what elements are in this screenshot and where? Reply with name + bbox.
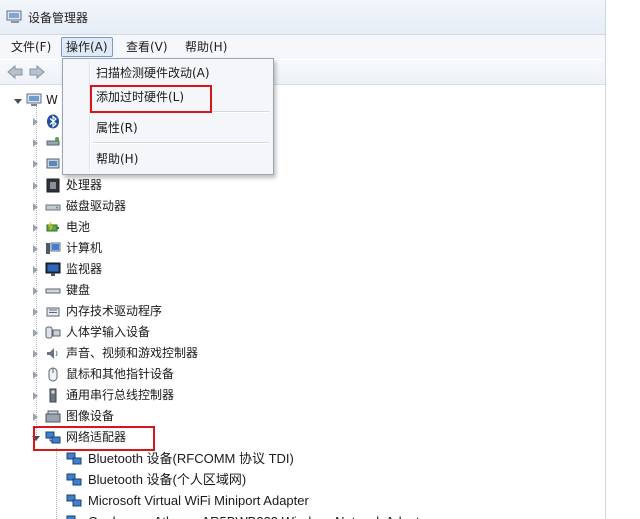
computer-icon: [46, 242, 61, 254]
menu-gutter: [89, 61, 91, 172]
device-label: Bluetooth 设备(个人区域网): [88, 472, 247, 487]
device-manager-icon: [6, 10, 22, 23]
category-label: 监视器: [66, 262, 103, 276]
network-adapter-icon: [66, 452, 82, 465]
expand-arrow-icon[interactable]: [33, 139, 38, 147]
title-bar: 设备管理器: [0, 0, 605, 35]
device-label: Qualcomm Atheros AR5BWB222 Wireless Netw…: [88, 511, 431, 519]
expand-arrow-icon[interactable]: [33, 371, 38, 379]
keyboard-icon: [45, 288, 61, 294]
tree-category-row[interactable]: 声音、视频和游戏控制器: [0, 343, 260, 364]
tree-category-row[interactable]: 鼠标和其他指针设备: [0, 364, 260, 385]
tree-category-row[interactable]: 图像设备: [0, 406, 260, 427]
network-adapter-icon: [66, 473, 82, 486]
expand-arrow-icon[interactable]: [33, 287, 38, 295]
menu-separator: [93, 142, 269, 144]
mouse-icon: [48, 367, 58, 382]
tree-category-row[interactable]: 内存技术驱动程序: [0, 301, 260, 322]
tree-device-row[interactable]: Bluetooth 设备(个人区域网): [0, 469, 560, 490]
expand-arrow-icon[interactable]: [33, 350, 38, 358]
menu-bar: 文件(F) 操作(A) 查看(V) 帮助(H): [0, 35, 605, 59]
tree-category-row[interactable]: 通用串行总线控制器: [0, 385, 260, 406]
forward-arrow-icon[interactable]: [28, 63, 46, 81]
menu-action[interactable]: 操作(A): [61, 37, 113, 57]
tree-device-row[interactable]: Microsoft Virtual WiFi Miniport Adapter: [0, 490, 560, 511]
category-label: 处理器: [66, 178, 103, 192]
menu-item-help[interactable]: 帮助(H): [96, 149, 138, 169]
window-title: 设备管理器: [28, 11, 89, 25]
tree-category-row[interactable]: 键盘: [0, 280, 260, 301]
expand-arrow-icon[interactable]: [33, 413, 38, 421]
category-label: 磁盘驱动器: [66, 199, 127, 213]
tree-root-label: W: [46, 93, 58, 107]
category-label: 内存技术驱动程序: [66, 304, 163, 318]
tree-category-row[interactable]: 监视器: [0, 259, 260, 280]
imaging-device-icon: [45, 410, 61, 423]
tree-device-row[interactable]: Bluetooth 设备(RFCOMM 协议 TDI): [0, 448, 560, 469]
tree-category-row[interactable]: 电池: [0, 217, 260, 238]
computer-port-icon: [46, 158, 60, 169]
tree-category-row[interactable]: 人体学输入设备: [0, 322, 260, 343]
add-legacy-hardware-highlight: [90, 85, 212, 113]
memory-technology-icon: [46, 307, 60, 317]
ide-controller-icon: [46, 137, 60, 146]
expand-arrow-icon[interactable]: [33, 329, 38, 337]
network-adapter-icon: [66, 494, 82, 507]
expand-arrow-icon[interactable]: [33, 245, 38, 253]
usb-icon: [49, 388, 57, 403]
computer-icon: [26, 93, 42, 106]
expand-arrow-icon[interactable]: [33, 266, 38, 274]
network-adapter-highlight: [33, 426, 155, 451]
expand-arrow-icon[interactable]: [33, 392, 38, 400]
category-label: 电池: [66, 220, 91, 234]
category-label: 人体学输入设备: [66, 325, 151, 339]
category-label: 声音、视频和游戏控制器: [66, 346, 199, 360]
expand-arrow-icon[interactable]: [33, 160, 38, 168]
action-menu: 扫描检测硬件改动(A) 添加过时硬件(L) 属性(R) 帮助(H): [62, 58, 274, 175]
expand-arrow-icon[interactable]: [33, 203, 38, 211]
expand-arrow-icon[interactable]: [33, 224, 38, 232]
menu-view[interactable]: 查看(V): [122, 38, 172, 56]
menu-item-properties[interactable]: 属性(R): [96, 118, 138, 138]
back-arrow-icon[interactable]: [6, 63, 24, 81]
monitor-icon: [45, 262, 61, 276]
network-adapter-icon: [66, 515, 76, 519]
category-label: 计算机: [66, 241, 103, 255]
category-label: 通用串行总线控制器: [66, 388, 175, 402]
tree-category-row[interactable]: 计算机: [0, 238, 260, 259]
menu-item-scan-hardware[interactable]: 扫描检测硬件改动(A): [96, 63, 210, 83]
device-manager-window: 设备管理器 文件(F) 操作(A) 查看(V) 帮助(H) W 处理器 磁盘驱动…: [0, 0, 606, 519]
battery-icon: [46, 221, 59, 232]
hid-icon: [45, 326, 61, 339]
tree-category-row[interactable]: 处理器: [0, 175, 260, 196]
menu-help[interactable]: 帮助(H): [181, 38, 231, 56]
category-label: 键盘: [66, 283, 91, 297]
category-label: 图像设备: [66, 409, 115, 423]
collapse-arrow-icon[interactable]: [14, 99, 22, 104]
disk-drive-icon: [45, 204, 61, 211]
expand-arrow-icon[interactable]: [33, 182, 38, 190]
category-label: 鼠标和其他指针设备: [66, 367, 175, 381]
processor-icon: [46, 178, 60, 193]
sound-icon: [47, 348, 58, 359]
tree-device-row[interactable]: Qualcomm Atheros AR5BWB222 Wireless Netw…: [0, 511, 560, 519]
expand-arrow-icon[interactable]: [33, 308, 38, 316]
device-label: Microsoft Virtual WiFi Miniport Adapter: [88, 493, 309, 508]
menu-file[interactable]: 文件(F): [7, 38, 55, 56]
expand-arrow-icon[interactable]: [33, 118, 38, 126]
tree-category-row[interactable]: 磁盘驱动器: [0, 196, 260, 217]
bluetooth-icon: [47, 114, 59, 129]
device-label: Bluetooth 设备(RFCOMM 协议 TDI): [88, 451, 294, 466]
